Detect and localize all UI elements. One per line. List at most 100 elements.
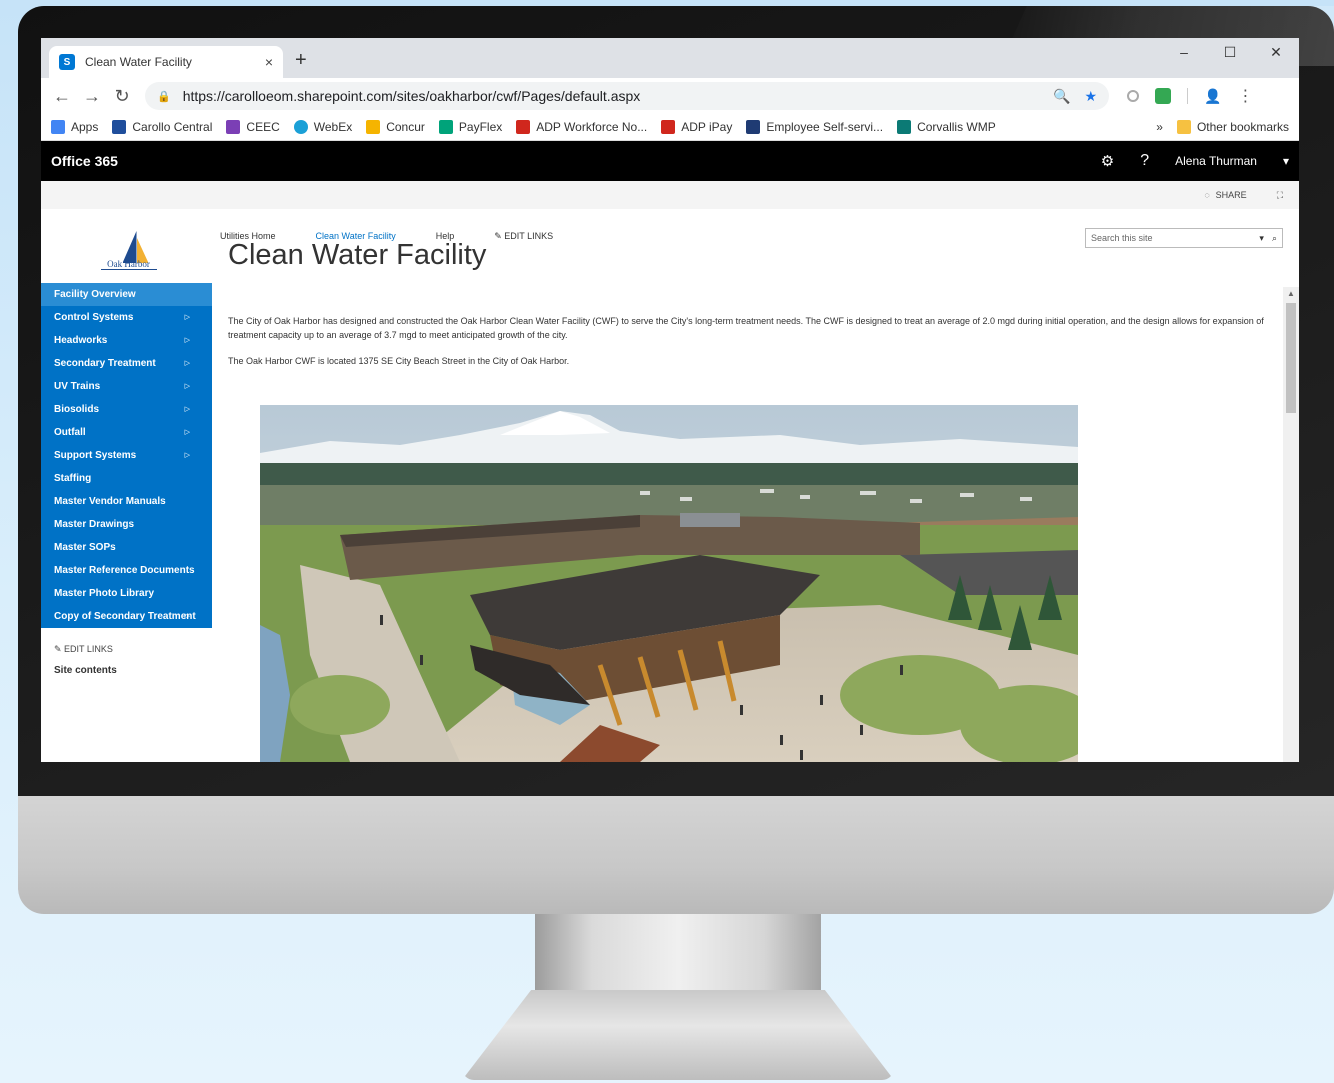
quick-launch: Facility Overview Control Systems ▷ Headwor… xyxy=(41,283,212,628)
office365-title[interactable]: Office 365 xyxy=(51,153,118,169)
bookmark-corvallis-wmp[interactable]: Corvallis WMP xyxy=(897,120,996,134)
sidebar: Oak Harbor Facility Overview Control Syst… xyxy=(41,209,212,682)
bookmark-employee-self-service[interactable]: Employee Self-servi... xyxy=(746,120,883,134)
focus-mode-icon[interactable]: ⛶ xyxy=(1277,190,1283,201)
ceec-icon xyxy=(226,120,241,134)
adp-icon xyxy=(516,120,531,134)
intro-paragraph: The City of Oak Harbor has designed and … xyxy=(228,316,1264,340)
bookmarks-bar: Apps Carollo Central CEEC WebEx Concur P… xyxy=(41,114,1299,141)
carollo-icon xyxy=(112,120,127,134)
site-logo[interactable]: Oak Harbor xyxy=(41,209,212,283)
sidebar-item-outfall[interactable]: Outfall ▷ xyxy=(41,421,212,444)
sidebar-item-label: Staffing xyxy=(54,473,92,484)
flyout-arrow-icon[interactable]: ▷ xyxy=(185,449,190,462)
bookmark-adp-ipay[interactable]: ADP iPay xyxy=(661,120,732,134)
sidebar-item-facility-overview[interactable]: Facility Overview xyxy=(41,283,212,306)
sidebar-item-master-reference-documents[interactable]: Master Reference Documents xyxy=(41,559,212,582)
bookmark-other-bookmarks[interactable]: Other bookmarks xyxy=(1176,120,1289,134)
sidebar-item-master-drawings[interactable]: Master Drawings xyxy=(41,513,212,536)
share-button[interactable]: ◌ SHARE xyxy=(1204,190,1246,200)
scroll-up-icon[interactable]: ▲ xyxy=(1287,289,1295,298)
ribbon: ◌ SHARE ⛶ xyxy=(41,181,1299,209)
toolbar-divider xyxy=(1187,88,1188,104)
bookmark-concur[interactable]: Concur xyxy=(366,120,425,134)
zoom-icon[interactable]: 🔍 xyxy=(1053,88,1070,105)
minimize-button[interactable]: – xyxy=(1161,38,1207,66)
sidebar-item-control-systems[interactable]: Control Systems ▷ xyxy=(41,306,212,329)
extension-circle-icon[interactable] xyxy=(1127,90,1139,102)
extension-green-icon[interactable] xyxy=(1155,88,1171,104)
adp-icon xyxy=(661,120,676,134)
browser-toolbar: ← → ↻ 🔒 https://carolloeom.sharepoint.co… xyxy=(41,78,1299,114)
topnav-edit-links[interactable]: ✎ EDIT LINKS xyxy=(494,231,553,242)
browser-menu-icon[interactable]: ⋮ xyxy=(1237,86,1253,106)
sharepoint-icon xyxy=(897,120,912,134)
bookmark-ceec[interactable]: CEEC xyxy=(226,120,280,134)
bookmark-payflex[interactable]: PayFlex xyxy=(438,120,502,134)
sidebar-item-uv-trains[interactable]: UV Trains ▷ xyxy=(41,375,212,398)
flyout-arrow-icon[interactable]: ▷ xyxy=(185,380,190,393)
bookmarks-overflow-icon[interactable]: » xyxy=(1156,120,1163,134)
bookmark-apps[interactable]: Apps xyxy=(51,120,98,134)
sidebar-edit-links[interactable]: ✎ EDIT LINKS xyxy=(41,628,212,659)
profile-avatar-icon[interactable]: 👤 xyxy=(1204,88,1221,105)
bookmark-carollo-central[interactable]: Carollo Central xyxy=(112,120,212,134)
search-scope-dropdown-icon[interactable]: ▾ xyxy=(1259,233,1264,244)
sidebar-item-master-vendor-manuals[interactable]: Master Vendor Manuals xyxy=(41,490,212,513)
flyout-arrow-icon[interactable]: ▷ xyxy=(185,357,190,370)
site-contents-link[interactable]: Site contents xyxy=(41,659,212,682)
flyout-arrow-icon[interactable]: ▷ xyxy=(185,334,190,347)
search-icon[interactable]: ⌕ xyxy=(1272,233,1277,244)
logo-text: Oak Harbor xyxy=(100,259,157,270)
sidebar-item-label: Control Systems xyxy=(54,312,134,323)
bookmark-star-icon[interactable]: ★ xyxy=(1084,88,1097,105)
flyout-arrow-icon[interactable]: ▷ xyxy=(185,426,190,439)
reload-icon[interactable]: ↻ xyxy=(107,86,137,107)
lock-icon: 🔒 xyxy=(157,90,171,103)
gear-icon[interactable]: ⚙ xyxy=(1101,152,1114,170)
sidebar-item-support-systems[interactable]: Support Systems ▷ xyxy=(41,444,212,467)
sidebar-item-copy-of-secondary-treatment[interactable]: Copy of Secondary Treatment ▷ xyxy=(41,605,212,628)
flyout-arrow-icon[interactable]: ▷ xyxy=(185,403,190,416)
flyout-arrow-icon[interactable]: ▷ xyxy=(185,610,190,623)
close-window-button[interactable]: ✕ xyxy=(1253,38,1299,66)
sidebar-item-headworks[interactable]: Headworks ▷ xyxy=(41,329,212,352)
sidebar-item-label: Support Systems xyxy=(54,450,137,461)
vertical-scrollbar[interactable]: ▲ xyxy=(1283,287,1299,762)
maximize-button[interactable]: ☐ xyxy=(1207,38,1253,66)
window-controls: – ☐ ✕ xyxy=(1161,38,1299,66)
tab-strip: S Clean Water Facility × + – ☐ ✕ xyxy=(41,38,1299,78)
user-name[interactable]: Alena Thurman xyxy=(1175,154,1257,168)
sidebar-item-master-photo-library[interactable]: Master Photo Library xyxy=(41,582,212,605)
sidebar-item-master-sops[interactable]: Master SOPs xyxy=(41,536,212,559)
sidebar-item-label: Master Drawings xyxy=(54,519,135,530)
bookmark-adp-workforce[interactable]: ADP Workforce No... xyxy=(516,120,647,134)
sidebar-item-label: Headworks xyxy=(54,335,108,346)
help-icon[interactable]: ? xyxy=(1140,152,1149,170)
share-icon: ◌ xyxy=(1204,190,1210,200)
chevron-down-icon[interactable]: ▾ xyxy=(1283,154,1289,168)
flyout-arrow-icon[interactable]: ▷ xyxy=(185,311,190,324)
url-text: https://carolloeom.sharepoint.com/sites/… xyxy=(182,88,641,104)
tab-title: Clean Water Facility xyxy=(85,55,192,69)
concur-icon xyxy=(366,120,381,134)
bookmark-webex[interactable]: WebEx xyxy=(293,120,352,134)
back-arrow-icon[interactable]: ← xyxy=(47,86,77,107)
office365-bar: Office 365 ⚙ ? Alena Thurman ▾ xyxy=(41,141,1299,181)
sidebar-item-label: Master Vendor Manuals xyxy=(54,496,166,507)
search-input[interactable]: Search this site ▾ ⌕ xyxy=(1085,228,1283,248)
sidebar-item-label: Copy of Secondary Treatment xyxy=(54,611,196,622)
tab-close-icon[interactable]: × xyxy=(265,54,273,70)
sidebar-item-label: Facility Overview xyxy=(54,289,136,300)
sidebar-item-staffing[interactable]: Staffing xyxy=(41,467,212,490)
browser-tab[interactable]: S Clean Water Facility × xyxy=(49,46,283,78)
sidebar-item-biosolids[interactable]: Biosolids ▷ xyxy=(41,398,212,421)
monitor-chin xyxy=(18,796,1334,914)
address-bar[interactable]: 🔒 https://carolloeom.sharepoint.com/site… xyxy=(145,82,1109,110)
new-tab-button[interactable]: + xyxy=(295,49,307,72)
sidebar-item-secondary-treatment[interactable]: Secondary Treatment ▷ xyxy=(41,352,212,375)
scrollbar-thumb[interactable] xyxy=(1286,303,1296,413)
sharepoint-favicon-icon: S xyxy=(59,54,75,70)
forward-arrow-icon[interactable]: → xyxy=(77,86,107,107)
sidebar-item-label: Master Reference Documents xyxy=(54,565,195,576)
